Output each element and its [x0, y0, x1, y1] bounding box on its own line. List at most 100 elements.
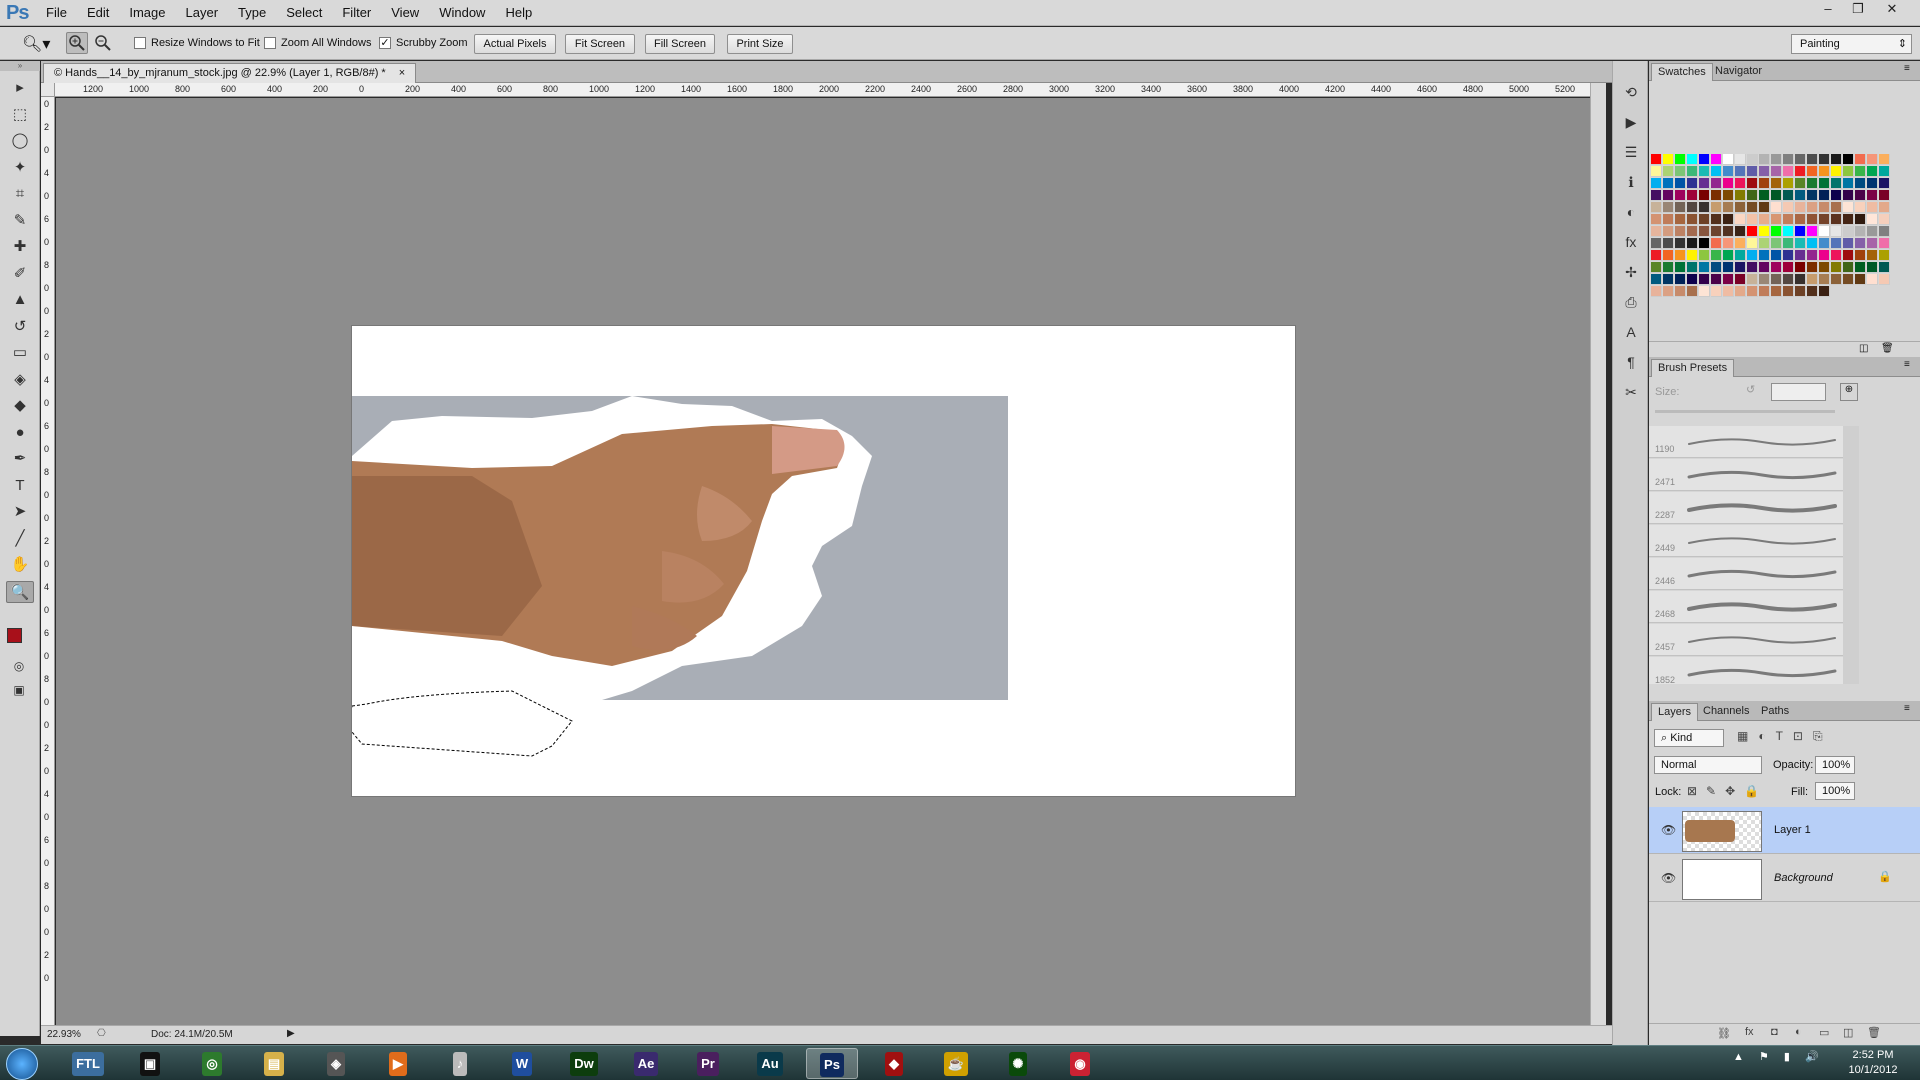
color-swatch[interactable] [1795, 178, 1806, 189]
color-swatch[interactable] [1675, 286, 1686, 297]
tray-arrow-icon[interactable]: ▲ [1733, 1051, 1744, 1063]
ruler-origin[interactable] [41, 83, 55, 97]
color-swatch[interactable] [1819, 226, 1830, 237]
color-swatch[interactable] [1831, 262, 1842, 273]
color-swatch[interactable] [1819, 178, 1830, 189]
brush-preset[interactable]: 1190 [1649, 426, 1843, 458]
brush-preset[interactable]: 2468 [1649, 591, 1843, 623]
color-swatch[interactable] [1699, 166, 1710, 177]
color-swatch[interactable] [1699, 178, 1710, 189]
color-swatch[interactable] [1735, 214, 1746, 225]
color-swatch[interactable] [1759, 274, 1770, 285]
color-swatch[interactable] [1663, 178, 1674, 189]
color-swatch[interactable] [1807, 238, 1818, 249]
color-swatch[interactable] [1831, 202, 1842, 213]
color-swatch[interactable] [1759, 238, 1770, 249]
color-swatch[interactable] [1795, 250, 1806, 261]
color-swatch[interactable] [1807, 190, 1818, 201]
zoom-all-windows-checkbox[interactable]: Zoom All Windows [264, 37, 371, 49]
color-swatch[interactable] [1735, 190, 1746, 201]
delete-layer-icon[interactable]: 🗑 [1867, 1026, 1881, 1039]
color-swatch[interactable] [1771, 286, 1782, 297]
taskbar-app-game[interactable]: ◈ [310, 1048, 362, 1079]
color-swatch[interactable] [1735, 154, 1746, 165]
color-swatch[interactable] [1735, 274, 1746, 285]
new-swatch-icon[interactable]: ◫ [1859, 343, 1868, 354]
color-swatch[interactable] [1855, 226, 1866, 237]
color-swatch[interactable] [1843, 250, 1854, 261]
color-swatch[interactable] [1687, 286, 1698, 297]
brush-preset[interactable]: 1852 [1649, 657, 1843, 684]
color-swatch[interactable] [1675, 226, 1686, 237]
print-size-button[interactable]: Print Size [727, 34, 793, 54]
color-swatch[interactable] [1855, 154, 1866, 165]
tab-layers[interactable]: Layers [1651, 703, 1699, 721]
taskbar-app-ps[interactable]: Ps [806, 1048, 858, 1079]
taskbar-app-flash[interactable]: ◆ [868, 1048, 920, 1079]
foreground-color-swatch[interactable] [7, 628, 22, 643]
taskbar-app-dw[interactable]: Dw [558, 1048, 610, 1079]
color-swatch[interactable] [1663, 262, 1674, 273]
color-swatch[interactable] [1831, 166, 1842, 177]
layer-row-background[interactable]: 👁 Background 🔒 [1649, 855, 1920, 902]
color-swatch[interactable] [1819, 262, 1830, 273]
color-swatch[interactable] [1879, 262, 1890, 273]
color-swatch[interactable] [1831, 190, 1842, 201]
color-swatch[interactable] [1819, 286, 1830, 297]
color-swatch[interactable] [1735, 166, 1746, 177]
tab-navigator[interactable]: Navigator [1709, 63, 1768, 81]
status-menu-arrow-icon[interactable]: ▶ [287, 1028, 295, 1039]
color-swatch[interactable] [1807, 226, 1818, 237]
tab-channels[interactable]: Channels [1697, 703, 1755, 721]
menu-file[interactable]: File [46, 5, 67, 20]
document-canvas[interactable] [346, 326, 1295, 796]
color-swatch[interactable] [1699, 190, 1710, 201]
color-swatch[interactable] [1687, 226, 1698, 237]
color-swatch[interactable] [1711, 178, 1722, 189]
panel-menu-icon[interactable]: ≡ [1904, 63, 1910, 74]
color-swatch[interactable] [1795, 262, 1806, 273]
color-swatch[interactable] [1651, 226, 1662, 237]
brush-icon[interactable]: ✢ [1620, 261, 1642, 283]
color-swatch[interactable] [1843, 262, 1854, 273]
clone-stamp-tool[interactable]: ▲ [6, 289, 34, 311]
color-swatch[interactable] [1879, 154, 1890, 165]
new-group-icon[interactable]: ▭ [1819, 1026, 1829, 1039]
brush-preset[interactable]: 2287 [1649, 492, 1843, 524]
color-swatch[interactable] [1771, 262, 1782, 273]
eye-icon[interactable]: 👁 [1661, 823, 1676, 837]
vertical-scrollbar[interactable] [1590, 83, 1606, 1026]
color-swatch[interactable] [1819, 214, 1830, 225]
color-swatch[interactable] [1699, 238, 1710, 249]
color-swatch[interactable] [1843, 178, 1854, 189]
color-swatch[interactable] [1723, 178, 1734, 189]
color-swatch[interactable] [1651, 154, 1662, 165]
screen-mode-icon[interactable]: ▣ [8, 683, 30, 699]
taskbar-app-itunes[interactable]: ♪ [434, 1048, 486, 1079]
color-swatch[interactable] [1807, 154, 1818, 165]
color-swatch[interactable] [1735, 238, 1746, 249]
color-swatch[interactable] [1771, 274, 1782, 285]
color-swatch[interactable] [1651, 262, 1662, 273]
color-swatch[interactable] [1819, 154, 1830, 165]
color-swatch[interactable] [1879, 190, 1890, 201]
color-swatch[interactable] [1699, 262, 1710, 273]
color-swatch[interactable] [1795, 214, 1806, 225]
color-swatch[interactable] [1735, 250, 1746, 261]
color-swatch[interactable] [1675, 166, 1686, 177]
color-swatch[interactable] [1831, 238, 1842, 249]
menu-window[interactable]: Window [439, 5, 485, 20]
color-swatch[interactable] [1867, 178, 1878, 189]
layer-kind-filter[interactable]: ⌕ Kind [1654, 729, 1724, 747]
color-swatch[interactable] [1675, 202, 1686, 213]
close-tab-icon[interactable]: × [399, 67, 405, 79]
color-swatch[interactable] [1723, 226, 1734, 237]
color-swatch[interactable] [1687, 250, 1698, 261]
color-swatch[interactable] [1687, 178, 1698, 189]
paint-bucket-tool[interactable]: ◈ [6, 369, 34, 391]
color-swatch[interactable] [1723, 238, 1734, 249]
color-swatch[interactable] [1819, 250, 1830, 261]
color-swatch[interactable] [1783, 286, 1794, 297]
color-swatch[interactable] [1771, 250, 1782, 261]
menu-filter[interactable]: Filter [342, 5, 371, 20]
